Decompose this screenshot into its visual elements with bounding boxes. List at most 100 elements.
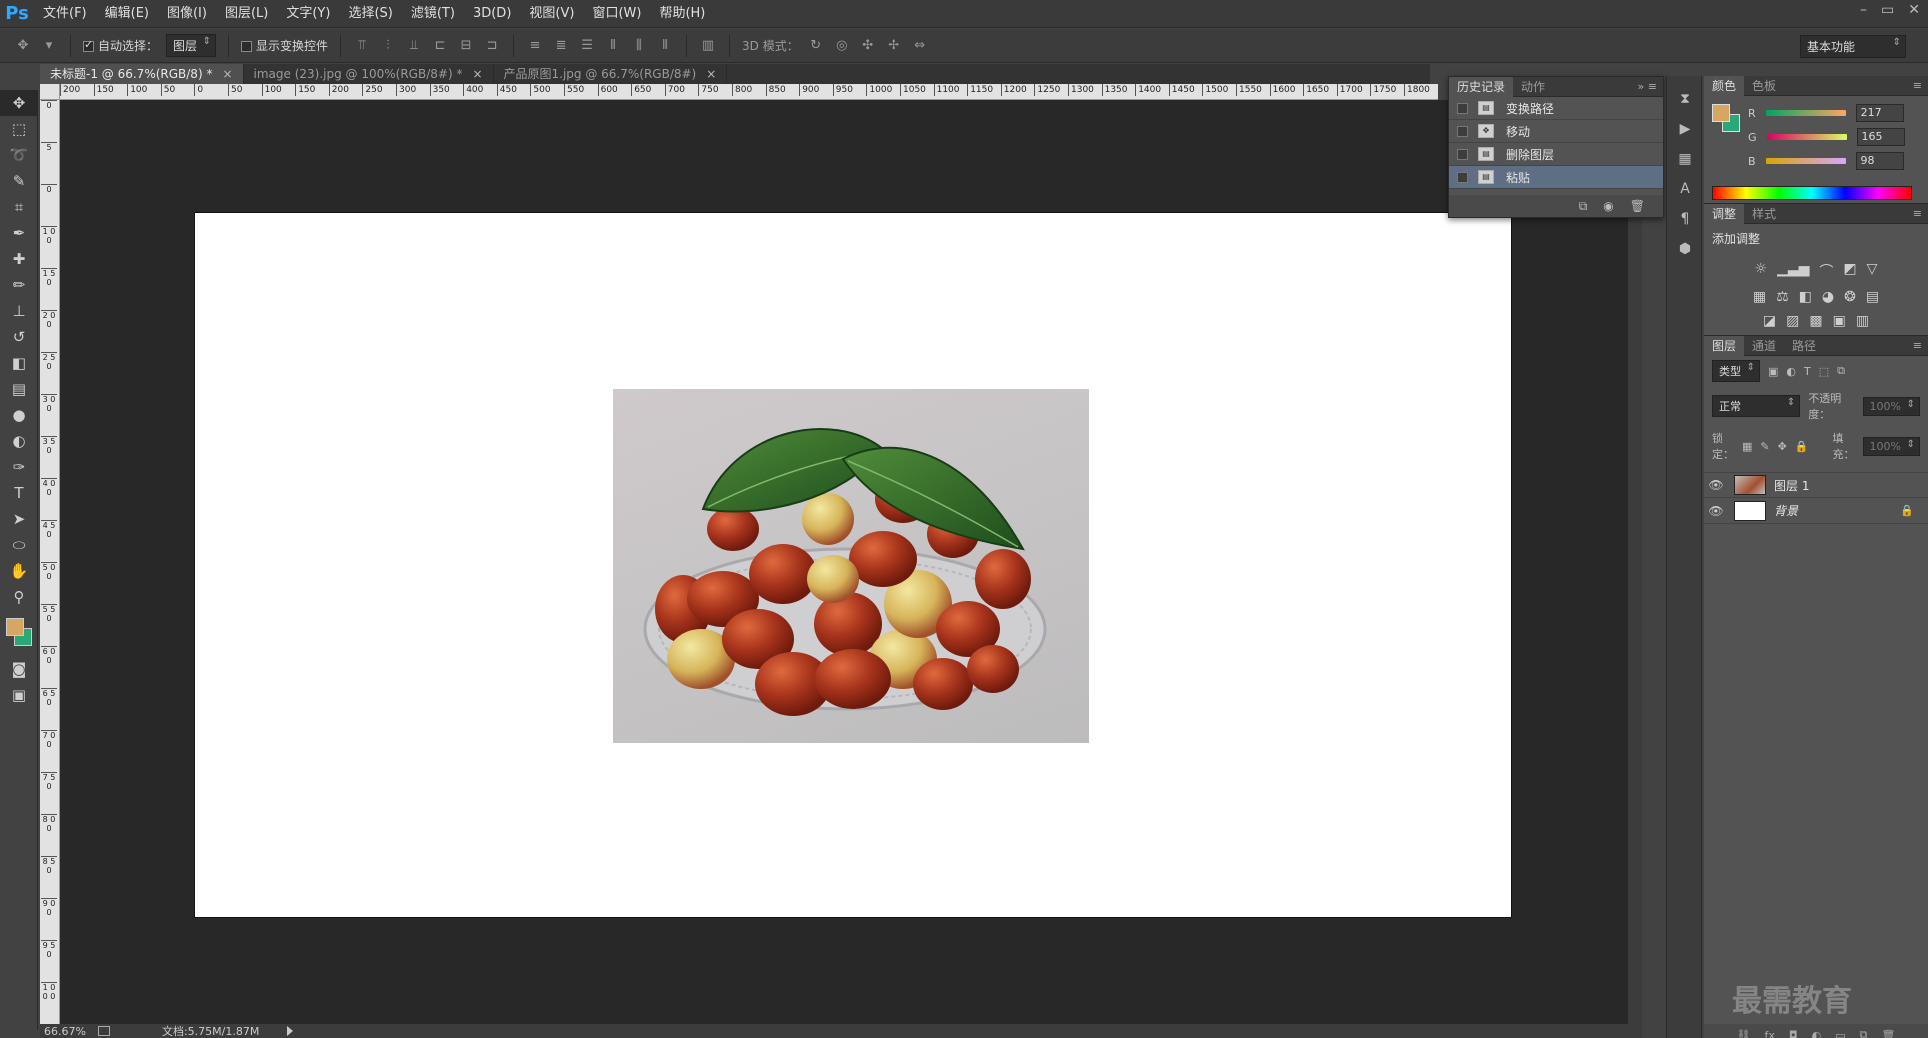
filter-adjustment-icon[interactable]: ◐ bbox=[1786, 365, 1796, 378]
close-button[interactable]: ✕ bbox=[1908, 0, 1920, 20]
type-tool-icon[interactable]: T bbox=[0, 480, 38, 506]
pen-tool-icon[interactable]: ✑ bbox=[0, 454, 38, 480]
tab-color[interactable]: 颜色 bbox=[1704, 75, 1745, 96]
distribute-hcenter-icon[interactable]: ⫼ bbox=[630, 37, 648, 55]
path-select-tool-icon[interactable]: ➤ bbox=[0, 506, 38, 532]
screen-mode-icon[interactable]: ▣ bbox=[0, 682, 38, 708]
ruler-origin[interactable] bbox=[40, 84, 60, 100]
color-swatches[interactable] bbox=[0, 610, 38, 656]
eye-icon[interactable]: 👁 bbox=[1704, 504, 1728, 518]
tab-layers[interactable]: 图层 bbox=[1704, 335, 1745, 356]
panel-menu-icon[interactable]: ≡ bbox=[1913, 339, 1922, 352]
blend-mode-dropdown[interactable]: 正常 bbox=[1712, 395, 1801, 417]
blue-value-input[interactable]: 98 bbox=[1855, 152, 1904, 170]
lasso-tool-icon[interactable]: ➰ bbox=[0, 142, 38, 168]
jujube-photo-layer[interactable] bbox=[613, 389, 1089, 743]
properties-icon[interactable]: ▦ bbox=[1667, 144, 1703, 174]
actions-play-icon[interactable]: ▶ bbox=[1667, 114, 1703, 144]
lock-all-icon[interactable]: 🔒 bbox=[1795, 440, 1809, 453]
tab-history[interactable]: 历史记录 bbox=[1449, 76, 1514, 97]
dodge-tool-icon[interactable]: ◐ bbox=[0, 428, 38, 454]
panel-menu-icon[interactable]: ≡ bbox=[1913, 79, 1922, 92]
layer-filter-dropdown[interactable]: 类型 bbox=[1712, 360, 1760, 382]
quick-select-tool-icon[interactable]: ✎ bbox=[0, 168, 38, 194]
align-hcenter-icon[interactable]: ⊟ bbox=[457, 37, 475, 55]
filter-type-icon[interactable]: T bbox=[1804, 365, 1811, 378]
align-top-icon[interactable]: ⫪ bbox=[353, 37, 371, 55]
history-item[interactable]: ✥ 移动 bbox=[1449, 120, 1663, 143]
filter-pixel-icon[interactable]: ▣ bbox=[1768, 365, 1778, 378]
fx-icon[interactable]: fx bbox=[1765, 1029, 1775, 1038]
posterize-icon[interactable]: ▨ bbox=[1786, 313, 1799, 329]
vibrance-icon[interactable]: ▽ bbox=[1867, 261, 1878, 281]
3d-roll-icon[interactable]: ◎ bbox=[833, 37, 851, 55]
layer-name[interactable]: 背景 bbox=[1774, 502, 1798, 519]
gradient-map-icon[interactable]: ▥ bbox=[1856, 313, 1869, 329]
restore-button[interactable]: ▭ bbox=[1881, 0, 1894, 20]
ellipse-tool-icon[interactable]: ⬭ bbox=[0, 532, 38, 558]
tab-actions[interactable]: 动作 bbox=[1513, 77, 1553, 97]
opacity-input[interactable]: 100% bbox=[1862, 396, 1920, 416]
distribute-vcenter-icon[interactable]: ≣ bbox=[552, 37, 570, 55]
menu-window[interactable]: 窗口(W) bbox=[583, 0, 650, 28]
levels-icon[interactable]: ▁▃▅ bbox=[1777, 261, 1809, 281]
eye-icon[interactable]: 👁 bbox=[1704, 478, 1728, 492]
align-bottom-icon[interactable]: ⫫ bbox=[405, 37, 423, 55]
distribute-left-icon[interactable]: ⦀ bbox=[604, 37, 622, 55]
eraser-tool-icon[interactable]: ◧ bbox=[0, 350, 38, 376]
hand-tool-icon[interactable]: ✋ bbox=[0, 558, 38, 584]
menu-image[interactable]: 图像(I) bbox=[158, 0, 216, 28]
history-brush-source-checkbox[interactable] bbox=[1457, 148, 1468, 160]
horizontal-ruler[interactable]: 200 150 100 50 0 50 100 150 200 250 300 350 400 450 50… bbox=[60, 84, 1438, 100]
invert-icon[interactable]: ◪ bbox=[1763, 313, 1776, 329]
tab-image-23[interactable]: image (23).jpg @ 100%(RGB/8#) * × bbox=[244, 64, 494, 84]
menu-view[interactable]: 视图(V) bbox=[520, 0, 583, 28]
3d-scale-icon[interactable]: ⇔ bbox=[911, 37, 929, 55]
tab-adjustments[interactable]: 调整 bbox=[1704, 203, 1745, 224]
panel-menu-icon[interactable]: ≡ bbox=[1913, 207, 1922, 220]
tab-swatches[interactable]: 色板 bbox=[1744, 76, 1784, 96]
align-vcenter-icon[interactable]: ⫶ bbox=[379, 37, 397, 55]
fill-input[interactable]: 100% bbox=[1862, 436, 1920, 456]
trash-icon[interactable]: 🗑 bbox=[1630, 199, 1645, 213]
chevron-down-icon[interactable]: ▾ bbox=[40, 37, 58, 55]
3d-pan-icon[interactable]: ✣ bbox=[859, 37, 877, 55]
move-tool-preset-icon[interactable]: ✥ bbox=[14, 37, 32, 55]
close-tab-icon[interactable]: × bbox=[706, 67, 716, 81]
layer-name[interactable]: 图层 1 bbox=[1774, 477, 1809, 494]
menu-type[interactable]: 文字(Y) bbox=[277, 0, 339, 28]
selective-color-icon[interactable]: ▣ bbox=[1833, 313, 1846, 329]
filter-smart-object-icon[interactable]: ⧉ bbox=[1837, 364, 1845, 378]
menu-filter[interactable]: 滤镜(T) bbox=[402, 0, 464, 28]
zoom-level[interactable]: 66.67% bbox=[44, 1025, 86, 1038]
color-balance-icon[interactable]: ⚖ bbox=[1776, 289, 1789, 305]
menu-file[interactable]: 文件(F) bbox=[34, 0, 96, 28]
tab-product-original[interactable]: 产品原图1.jpg @ 66.7%(RGB/8#) × bbox=[494, 64, 728, 84]
crop-tool-icon[interactable]: ⌗ bbox=[0, 194, 38, 220]
black-white-icon[interactable]: ◧ bbox=[1799, 289, 1812, 305]
tab-untitled-1[interactable]: 未标题-1 @ 66.7%(RGB/8) * × bbox=[40, 64, 244, 84]
menu-3d[interactable]: 3D(D) bbox=[464, 0, 520, 28]
snapshot-camera-icon[interactable]: ◉ bbox=[1603, 199, 1613, 213]
color-lookup-icon[interactable]: ▤ bbox=[1866, 289, 1879, 305]
paragraph-icon[interactable]: ¶ bbox=[1667, 204, 1703, 234]
history-item-selected[interactable]: ▤ 粘贴 bbox=[1449, 166, 1663, 189]
green-value-input[interactable]: 165 bbox=[1856, 128, 1905, 146]
curves-icon[interactable]: ⌒ bbox=[1819, 261, 1833, 281]
gradient-tool-icon[interactable]: ▤ bbox=[0, 376, 38, 402]
threshold-icon[interactable]: ▩ bbox=[1809, 313, 1822, 329]
new-group-icon[interactable]: ▭ bbox=[1835, 1029, 1845, 1038]
new-document-from-state-icon[interactable]: ⧉ bbox=[1579, 199, 1588, 214]
hue-saturation-icon[interactable]: ▦ bbox=[1753, 289, 1766, 305]
menu-edit[interactable]: 编辑(E) bbox=[96, 0, 158, 28]
brush-tool-icon[interactable]: ✏ bbox=[0, 272, 38, 298]
history-brush-source-checkbox[interactable] bbox=[1457, 125, 1468, 137]
history-brush-source-checkbox[interactable] bbox=[1457, 102, 1468, 114]
eyedropper-tool-icon[interactable]: ✒ bbox=[0, 220, 38, 246]
minimize-button[interactable]: – bbox=[1860, 0, 1867, 20]
align-left-icon[interactable]: ⊏ bbox=[431, 37, 449, 55]
add-mask-icon[interactable]: ◘ bbox=[1789, 1029, 1798, 1038]
vertical-scrollbar[interactable] bbox=[1628, 100, 1642, 1024]
close-tab-icon[interactable]: × bbox=[472, 67, 482, 81]
lock-position-icon[interactable]: ✥ bbox=[1778, 440, 1787, 453]
